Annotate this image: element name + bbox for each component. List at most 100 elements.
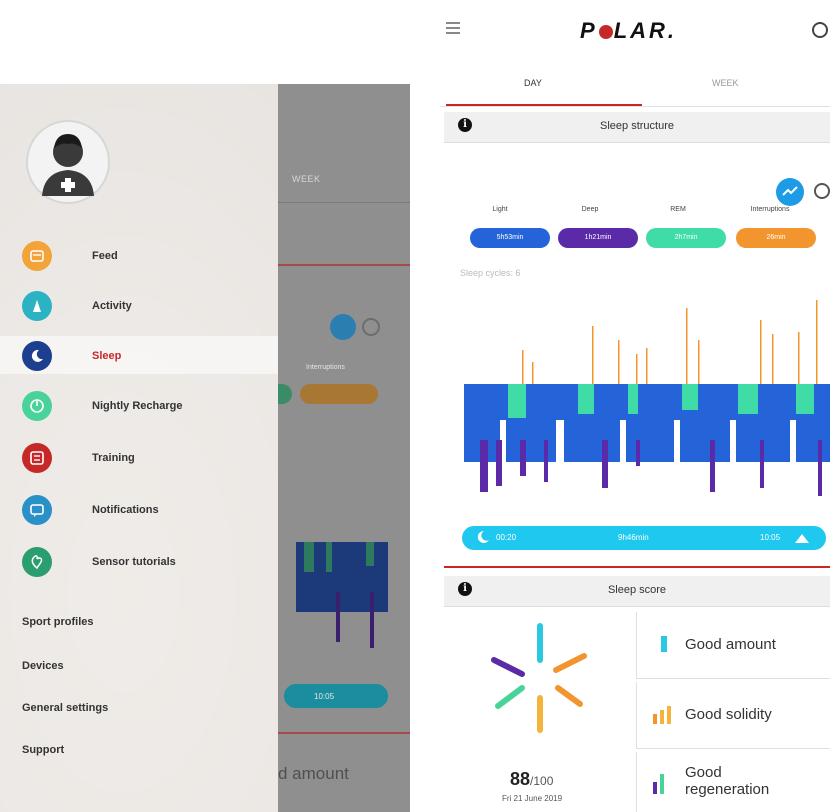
deep-segment bbox=[480, 440, 488, 492]
menu-label-nightly-recharge: Nightly Recharge bbox=[92, 400, 183, 412]
sleep-structure-header: i Sleep structure bbox=[444, 112, 830, 143]
menu-item-nightly-recharge[interactable]: Nightly Recharge bbox=[0, 384, 278, 428]
behind-time-bar bbox=[284, 684, 388, 708]
sleep-score-title: Sleep score bbox=[607, 584, 667, 596]
sensor-icon bbox=[22, 547, 52, 577]
sleep-duration: 9h46min bbox=[618, 533, 649, 542]
navigation-drawer: Feed Activity Sleep Nightly Recharge Tra… bbox=[0, 84, 278, 812]
legend-label-rem: REM bbox=[670, 206, 686, 213]
rem-segment bbox=[796, 384, 814, 414]
amount-bar-icon bbox=[661, 636, 667, 652]
interruption-mark bbox=[646, 348, 648, 384]
rem-segment bbox=[682, 384, 698, 410]
menu-label-sensor-tutorials: Sensor tutorials bbox=[92, 556, 176, 568]
sync-icon[interactable] bbox=[812, 22, 828, 38]
logo-dot bbox=[598, 25, 613, 39]
tab-week[interactable]: WEEK bbox=[712, 78, 739, 88]
menu-item-notifications[interactable]: Notifications bbox=[0, 488, 278, 532]
score-card-regeneration[interactable]: Good regeneration bbox=[636, 752, 830, 812]
sleep-start-time: 00:20 bbox=[496, 533, 517, 542]
section-divider bbox=[444, 566, 830, 568]
awake-gap bbox=[556, 420, 564, 462]
awake-gap bbox=[730, 420, 736, 462]
trend-icon bbox=[782, 186, 798, 196]
awake-gap bbox=[674, 420, 680, 462]
behind-circle-icon bbox=[362, 318, 380, 336]
interruption-mark bbox=[760, 320, 762, 384]
support-link[interactable]: Support bbox=[22, 744, 64, 756]
wake-icon bbox=[795, 534, 809, 543]
interruption-mark bbox=[816, 300, 818, 384]
interruption-mark bbox=[522, 350, 524, 384]
score-card-amount[interactable]: Good amount bbox=[636, 612, 830, 679]
score-card-solidity-label: Good solidity bbox=[685, 706, 772, 723]
interruption-mark bbox=[532, 362, 534, 384]
user-add-icon bbox=[42, 134, 94, 196]
avatar[interactable] bbox=[26, 120, 110, 204]
sleep-screen: P LAR. DAY WEEK i Sleep structure Light D… bbox=[440, 0, 830, 812]
tab-day[interactable]: DAY bbox=[524, 78, 542, 88]
deep-segment bbox=[496, 440, 502, 486]
deep-segment bbox=[602, 440, 608, 488]
behind-end-time: 10:05 bbox=[314, 692, 335, 701]
devices-link[interactable]: Devices bbox=[22, 660, 64, 672]
sleep-cycles-label: Sleep cycles: 6 bbox=[460, 268, 521, 278]
menu-label-feed: Feed bbox=[92, 250, 118, 262]
menu-item-feed[interactable]: Feed bbox=[0, 234, 278, 278]
graph-view-toggle[interactable] bbox=[776, 178, 804, 206]
feed-icon bbox=[22, 241, 52, 271]
sleep-score-header: i Sleep score bbox=[444, 576, 830, 607]
behind-divider bbox=[278, 202, 410, 203]
interruption-mark bbox=[592, 326, 594, 384]
sleep-score-date: Fri 21 June 2019 bbox=[502, 794, 563, 803]
circle-view-toggle[interactable] bbox=[814, 183, 830, 199]
general-settings-link[interactable]: General settings bbox=[22, 702, 108, 714]
legend-label-interruptions: Interruptions bbox=[750, 206, 790, 213]
notification-icon bbox=[22, 495, 52, 525]
behind-chart-icon bbox=[330, 314, 356, 340]
menu-screen: WEEK Interruptions 10:05 d amount Feed A… bbox=[0, 84, 410, 812]
behind-week-tab: WEEK bbox=[292, 174, 321, 184]
activity-icon bbox=[22, 291, 52, 321]
moon-icon bbox=[477, 530, 489, 543]
awake-gap bbox=[790, 420, 796, 462]
behind-interruptions-pill bbox=[300, 384, 378, 404]
interruption-mark bbox=[686, 308, 688, 384]
menu-item-activity[interactable]: Activity bbox=[0, 284, 278, 328]
menu-label-sleep: Sleep bbox=[92, 350, 122, 362]
menu-item-sensor-tutorials[interactable]: Sensor tutorials bbox=[0, 540, 278, 584]
sleep-score-value: 88/100 bbox=[510, 769, 554, 789]
legend-pill-deep: 1h21min bbox=[558, 228, 638, 248]
behind-interruptions-label: Interruptions bbox=[306, 364, 345, 371]
deep-segment bbox=[710, 440, 715, 492]
menu-label-activity: Activity bbox=[92, 300, 132, 312]
legend-label-deep: Deep bbox=[581, 206, 599, 213]
menu-icon[interactable] bbox=[446, 22, 464, 36]
deep-segment bbox=[760, 440, 764, 488]
rem-segment bbox=[628, 384, 638, 414]
score-card-solidity[interactable]: Good solidity bbox=[636, 682, 830, 749]
awake-gap bbox=[620, 420, 626, 462]
tab-divider bbox=[440, 106, 830, 107]
behind-rem-pill bbox=[278, 384, 292, 404]
deep-segment bbox=[520, 440, 526, 476]
legend-pill-interruptions: 26min bbox=[736, 228, 816, 248]
menu-item-training[interactable]: Training bbox=[0, 436, 278, 480]
score-card-amount-label: Good amount bbox=[685, 636, 776, 653]
sleep-score-burst-icon bbox=[491, 623, 587, 733]
polar-logo: P LAR. bbox=[580, 18, 678, 43]
recharge-icon bbox=[22, 391, 52, 421]
behind-content: WEEK Interruptions 10:05 d amount bbox=[278, 84, 410, 812]
interruption-mark bbox=[772, 334, 774, 384]
sleep-structure-title: Sleep structure bbox=[600, 120, 674, 132]
deep-segment bbox=[818, 440, 822, 496]
rem-segment bbox=[508, 384, 526, 418]
legend-pill-rem: 2h7min bbox=[646, 228, 726, 248]
menu-label-training: Training bbox=[92, 452, 135, 464]
menu-item-sleep[interactable]: Sleep bbox=[0, 334, 278, 378]
rem-segment bbox=[738, 384, 758, 414]
deep-segment bbox=[636, 440, 640, 466]
behind-sleep-bars bbox=[296, 542, 388, 648]
moon-icon bbox=[22, 341, 52, 371]
sport-profiles-link[interactable]: Sport profiles bbox=[22, 616, 94, 628]
